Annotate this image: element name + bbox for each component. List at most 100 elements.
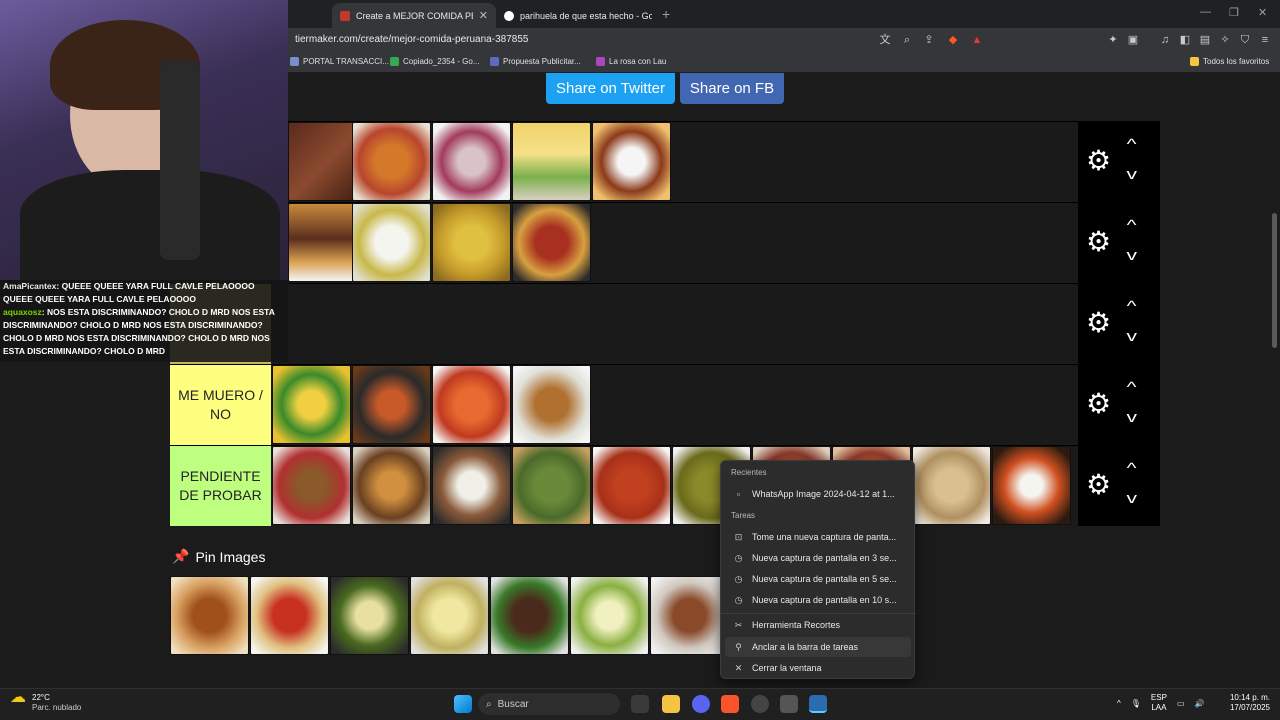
share-twitter-button[interactable]: Share on Twitter <box>546 73 675 104</box>
task-item[interactable]: ⊡ Tome una nueva captura de panta... <box>725 527 911 547</box>
mic-icon[interactable]: 🎙 <box>1131 699 1141 708</box>
taskbar-search[interactable]: ⌕ Buscar <box>478 693 620 715</box>
page-scrollbar[interactable] <box>1272 213 1277 348</box>
chevron-up-icon[interactable]: ^ <box>1127 136 1137 153</box>
chevron-down-icon[interactable]: v <box>1127 490 1138 507</box>
vpn-icon[interactable]: ⛉ <box>1238 33 1252 47</box>
volume-icon[interactable]: 🔊 <box>1195 699 1205 708</box>
chevron-down-icon[interactable]: v <box>1127 328 1138 345</box>
task-view-icon[interactable] <box>631 695 649 713</box>
discord-icon[interactable] <box>692 695 710 713</box>
food-image[interactable] <box>352 203 431 282</box>
share-icon[interactable]: ⇪ <box>922 33 936 47</box>
food-image[interactable] <box>592 446 671 525</box>
extensions-icon[interactable]: ✦ <box>1106 33 1120 47</box>
food-image[interactable] <box>170 576 249 655</box>
food-image[interactable] <box>512 365 591 444</box>
gear-icon[interactable]: ⚙ <box>1086 227 1111 257</box>
new-tab-icon[interactable]: + <box>662 6 670 22</box>
recent-item[interactable]: ▫ WhatsApp Image 2024-04-12 at 1... <box>725 484 911 504</box>
food-image[interactable] <box>592 122 671 201</box>
tier-label[interactable]: PENDIENTE DE PROBAR <box>170 446 271 526</box>
food-image[interactable] <box>432 122 511 201</box>
tier-label[interactable]: ME MUERO / NO <box>170 365 271 445</box>
food-image[interactable] <box>410 576 489 655</box>
gear-icon[interactable]: ⚙ <box>1086 389 1111 419</box>
food-image[interactable] <box>272 446 351 525</box>
food-image[interactable] <box>432 203 511 282</box>
food-image[interactable] <box>992 446 1071 525</box>
pin-taskbar-item[interactable]: ⚲ Anclar a la barra de tareas <box>725 637 911 657</box>
chevron-up-icon[interactable]: ^ <box>1127 298 1137 315</box>
chevron-down-icon[interactable]: v <box>1127 409 1138 426</box>
food-image[interactable] <box>330 576 409 655</box>
chevron-up-icon[interactable]: ^ <box>1127 460 1137 477</box>
ai-icon[interactable]: ✧ <box>1218 33 1232 47</box>
close-tab-icon[interactable]: ✕ <box>479 9 488 22</box>
weather-widget[interactable]: ☁ 22°C Parc. nublado <box>10 690 81 713</box>
bookmark-icon <box>290 57 299 66</box>
tab-google[interactable]: parihuela de que esta hecho - Googl <box>496 3 660 28</box>
app-icon[interactable] <box>780 695 798 713</box>
task-item[interactable]: ◷ Nueva captura de pantalla en 10 s... <box>725 590 911 610</box>
chevron-down-icon[interactable]: v <box>1127 166 1138 183</box>
gear-icon[interactable]: ⚙ <box>1086 146 1111 176</box>
brave-icon[interactable] <box>721 695 739 713</box>
food-image[interactable] <box>432 446 511 525</box>
tray-chevron-icon[interactable]: ^ <box>1117 699 1121 708</box>
food-image[interactable] <box>352 365 431 444</box>
food-image[interactable] <box>432 365 511 444</box>
snipping-tool-icon[interactable] <box>809 695 827 713</box>
food-image[interactable] <box>490 576 569 655</box>
clock[interactable]: 10:14 p. m. 17/07/2025 <box>1222 693 1270 713</box>
close-window-item[interactable]: ✕ Cerrar la ventana <box>725 658 911 678</box>
language-indicator[interactable]: ESP LAA <box>1151 693 1167 713</box>
network-icon[interactable]: ▭ <box>1177 699 1185 708</box>
bookmark-item[interactable]: PORTAL TRANSACCI... <box>290 57 389 66</box>
close-window-icon[interactable]: ✕ <box>1258 6 1267 19</box>
maximize-icon[interactable]: ❐ <box>1229 6 1239 19</box>
obs-icon[interactable] <box>751 695 769 713</box>
task-item[interactable]: ◷ Nueva captura de pantalla en 5 se... <box>725 569 911 589</box>
food-image[interactable] <box>352 446 431 525</box>
food-image[interactable] <box>912 446 991 525</box>
music-icon[interactable]: ♫ <box>1158 33 1172 47</box>
food-image[interactable] <box>512 446 591 525</box>
wallet-icon[interactable]: ▤ <box>1198 33 1212 47</box>
chevron-up-icon[interactable]: ^ <box>1127 217 1137 234</box>
food-image[interactable] <box>650 576 729 655</box>
food-image[interactable] <box>570 576 649 655</box>
food-image[interactable] <box>352 122 431 201</box>
all-bookmarks[interactable]: Todos los favoritos <box>1190 57 1269 66</box>
gear-icon[interactable]: ⚙ <box>1086 308 1111 338</box>
timer-icon: ◷ <box>734 552 743 563</box>
tier-controls: ⚙ ^ v <box>1078 446 1160 526</box>
minimize-icon[interactable]: — <box>1200 6 1211 18</box>
food-image[interactable] <box>272 365 351 444</box>
share-fb-button[interactable]: Share on FB <box>680 73 784 104</box>
food-image[interactable] <box>512 122 591 201</box>
chevron-up-icon[interactable]: ^ <box>1127 379 1137 396</box>
bookmark-item[interactable]: Copiado_2354 - Go... <box>390 57 480 66</box>
bookmark-item[interactable]: Propuesta Publicitar... <box>490 57 581 66</box>
task-item[interactable]: ◷ Nueva captura de pantalla en 3 se... <box>725 548 911 568</box>
food-image[interactable] <box>512 203 591 282</box>
translate-icon[interactable]: 文 <box>878 33 892 47</box>
tier-row: PENDIENTE DE PROBAR ⚙ ^ v <box>170 445 1160 526</box>
food-image[interactable] <box>250 576 329 655</box>
sidebar-icon[interactable]: ◧ <box>1178 33 1192 47</box>
tab-tiermaker[interactable]: Create a MEJOR COMIDA PERUA ✕ <box>332 3 496 28</box>
chevron-down-icon[interactable]: v <box>1127 247 1138 264</box>
windows-start-icon[interactable] <box>454 695 472 713</box>
gear-icon[interactable]: ⚙ <box>1086 470 1111 500</box>
brave-shield-icon[interactable]: ◆ <box>946 33 960 47</box>
pin-images-header: 📌 Pin Images <box>172 548 265 565</box>
app-item[interactable]: ✂ Herramienta Recortes <box>725 615 911 635</box>
brave-rewards-icon[interactable]: ▲ <box>970 33 984 47</box>
url-field[interactable]: tiermaker.com/create/mejor-comida-peruan… <box>295 34 528 45</box>
file-explorer-icon[interactable] <box>662 695 680 713</box>
zoom-icon[interactable]: ⌕ <box>900 33 914 47</box>
menu-icon[interactable]: ≡ <box>1258 33 1272 47</box>
bookmark-item[interactable]: La rosa con Lau <box>596 57 666 66</box>
media-icon[interactable]: ▣ <box>1126 33 1140 47</box>
